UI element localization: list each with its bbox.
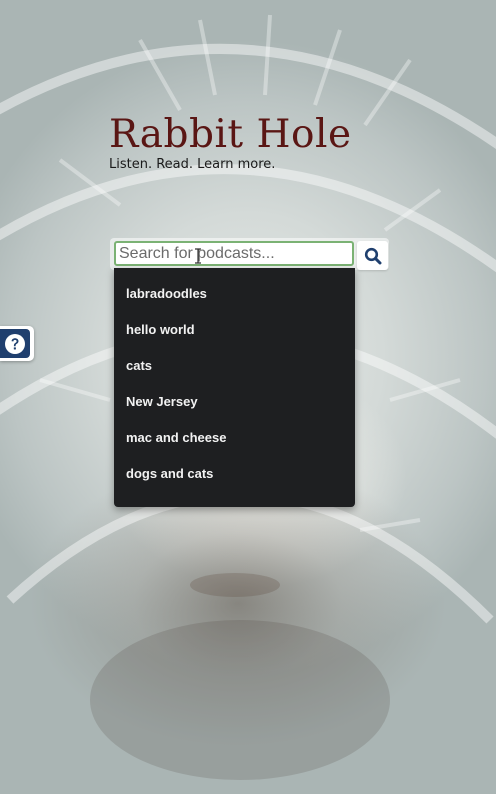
help-button-inner [0, 329, 30, 358]
question-circle-icon [5, 333, 25, 354]
app-title: Rabbit Hole [109, 112, 352, 157]
help-button[interactable] [0, 326, 34, 361]
suggestion-item[interactable]: dogs and cats [114, 456, 355, 492]
search-suggestions-dropdown: labradoodles hello world cats New Jersey… [114, 268, 355, 507]
search-button[interactable] [357, 241, 388, 270]
suggestion-item[interactable]: hello world [114, 312, 355, 348]
app-tagline: Listen. Read. Learn more. [109, 157, 276, 172]
search-icon [364, 247, 381, 264]
suggestion-item[interactable]: mac and cheese [114, 420, 355, 456]
suggestion-item[interactable]: labradoodles [114, 276, 355, 312]
search-input[interactable] [114, 241, 354, 266]
suggestion-item[interactable]: New Jersey [114, 384, 355, 420]
suggestion-item[interactable]: cats [114, 348, 355, 384]
